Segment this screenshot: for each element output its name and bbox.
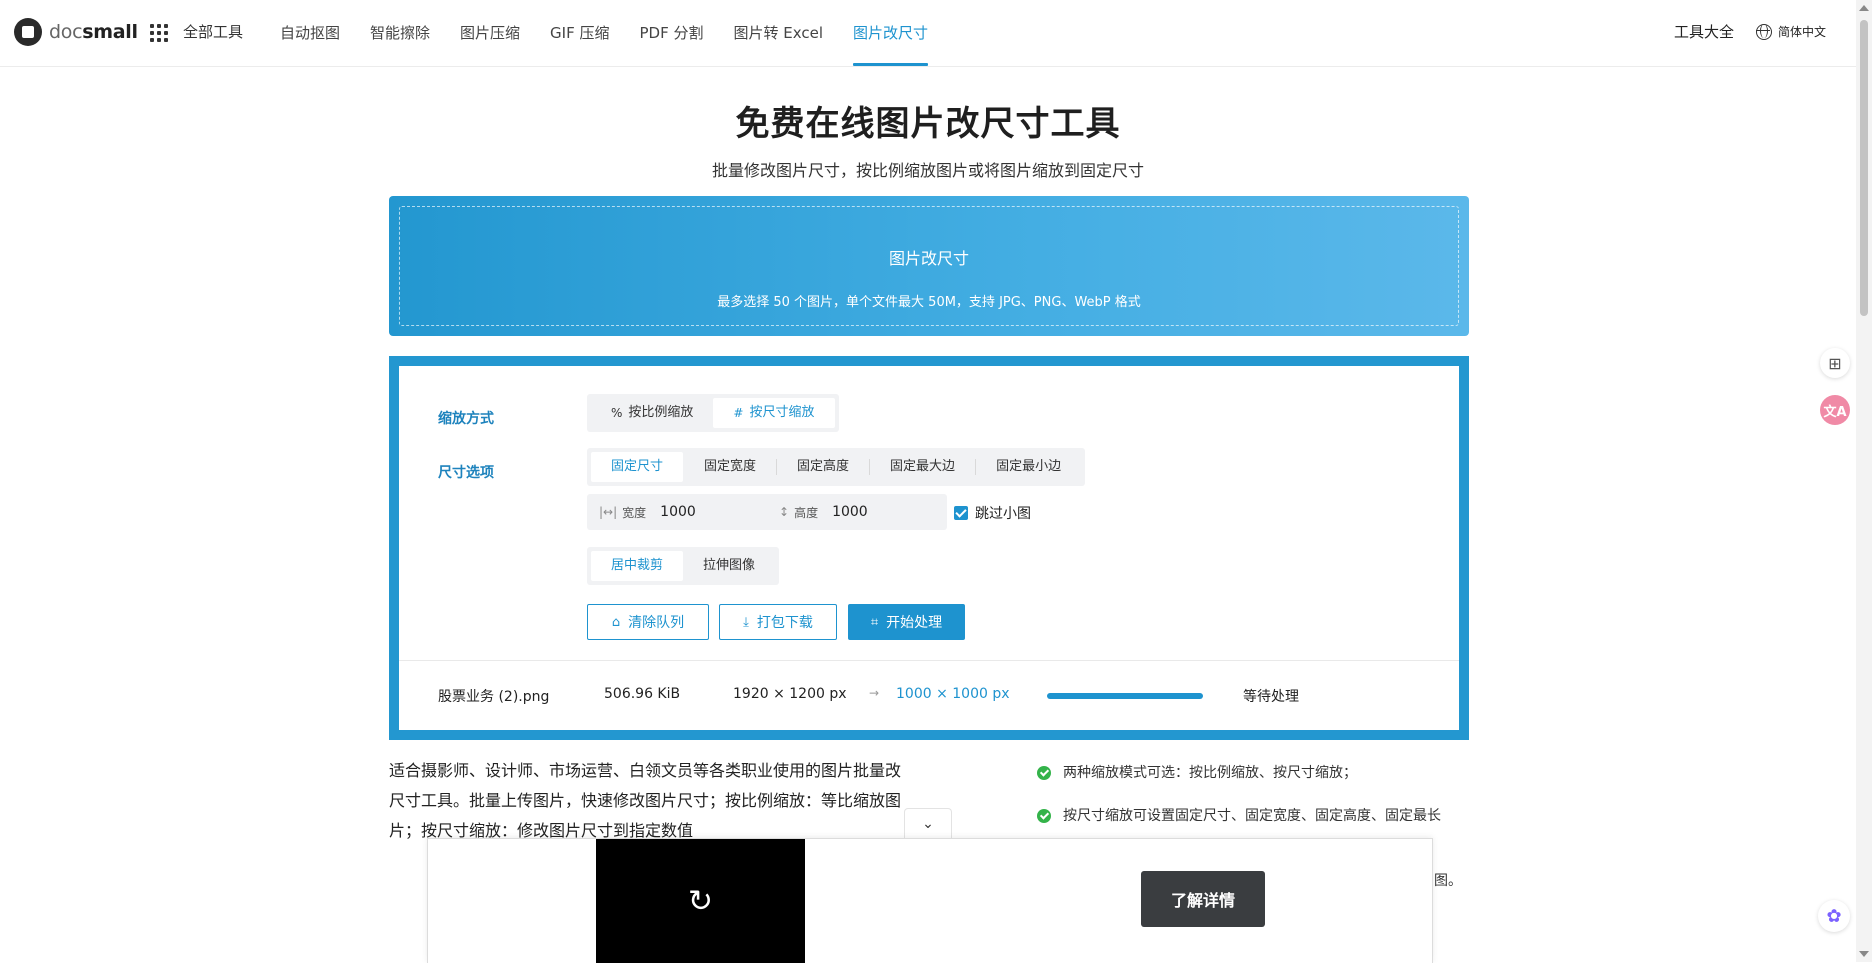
queue-filename: 股票业务 (2).png [438, 689, 550, 705]
hash-icon: # [733, 406, 744, 420]
header-right: 工具大全 简体中文 [1674, 21, 1826, 42]
scroll-up-arrow-icon[interactable] [1859, 5, 1869, 11]
side-ai-button[interactable]: ✿ [1818, 900, 1850, 932]
fit-mode-stretch[interactable]: 拉伸图像 [683, 551, 775, 581]
ad-video[interactable]: ↻ [596, 839, 805, 963]
arrow-right-icon: → [869, 686, 880, 700]
ad-learn-more-button[interactable]: 了解详情 [1141, 871, 1265, 927]
bottom-ad-banner: ↻ 了解详情 [427, 838, 1433, 963]
scroll-down-arrow-icon[interactable] [1859, 951, 1869, 957]
size-option-fixed-max-side[interactable]: 固定最大边 [870, 452, 975, 482]
process-icon: ⌗ [870, 614, 879, 630]
nav-pdf-split[interactable]: PDF 分割 [640, 0, 704, 66]
nav-auto-matting[interactable]: 自动抠图 [280, 0, 340, 66]
height-input[interactable]: 1000 [832, 504, 868, 520]
nav-image-compress[interactable]: 图片压缩 [460, 0, 520, 66]
logo-text: docsmall [49, 21, 138, 43]
side-apps-button[interactable]: ⊞ [1820, 348, 1850, 378]
globe-icon[interactable] [1755, 23, 1772, 40]
upload-title: 图片改尺寸 [888, 249, 969, 268]
panel-divider [399, 660, 1459, 661]
clear-queue-button[interactable]: ⌂ 清除队列 [587, 604, 709, 640]
main-nav: 自动抠图 智能擦除 图片压缩 GIF 压缩 PDF 分割 图片转 Excel 图… [280, 0, 958, 66]
page-scrollbar[interactable] [1856, 0, 1872, 962]
ai-brain-icon: ✿ [1826, 905, 1842, 927]
top-header: docsmall 全部工具 自动抠图 智能擦除 图片压缩 GIF 压缩 PDF … [0, 0, 1856, 67]
logo[interactable]: docsmall [14, 18, 138, 46]
skip-small-label: 跳过小图 [975, 506, 1031, 522]
queue-filesize: 506.96 KiB [604, 686, 681, 702]
queue-original-dims: 1920 × 1200 px [733, 686, 847, 702]
percent-icon: % [611, 406, 623, 420]
settings-panel: 缩放方式 % 按比例缩放 # 按尺寸缩放 尺寸选项 固定尺寸 固定宽度 固定高度… [389, 356, 1469, 740]
page-subtitle: 批量修改图片尺寸，按比例缩放图片或将图片缩放到固定尺寸 [711, 161, 1144, 180]
download-zip-button[interactable]: ⤓ 打包下载 [719, 604, 837, 640]
nav-smart-erase[interactable]: 智能擦除 [370, 0, 430, 66]
scale-mode-selector: % 按比例缩放 # 按尺寸缩放 [587, 394, 839, 432]
queue-progress-bar [1047, 693, 1203, 699]
height-field[interactable]: ↕ 高度 1000 [767, 504, 947, 521]
width-arrows-icon: |↔| [599, 505, 618, 519]
page-title: 免费在线图片改尺寸工具 [735, 104, 1121, 144]
download-icon: ⤓ [743, 614, 749, 630]
nav-image-resize[interactable]: 图片改尺寸 [853, 0, 929, 66]
feature-item: 按尺寸缩放可设置固定尺寸、固定宽度、固定高度、固定最长 [1037, 805, 1457, 827]
feature-text-fragment: 图。 [1434, 873, 1462, 889]
scale-mode-proportional[interactable]: % 按比例缩放 [591, 398, 713, 428]
broom-icon: ⌂ [611, 614, 621, 630]
scale-mode-label: 缩放方式 [438, 411, 494, 427]
upload-dropzone[interactable]: 图片改尺寸 最多选择 50 个图片，单个文件最大 50M，支持 JPG、PNG、… [389, 196, 1469, 336]
size-option-fixed-min-side[interactable]: 固定最小边 [976, 452, 1081, 482]
apps-grid-icon[interactable] [150, 24, 168, 42]
replay-icon[interactable]: ↻ [688, 884, 713, 919]
dimension-inputs: |↔| 宽度 1000 ↕ 高度 1000 [587, 494, 947, 530]
translate-icon: 文A [1823, 404, 1847, 420]
fit-mode-center-crop[interactable]: 居中裁剪 [591, 551, 684, 581]
width-input[interactable]: 1000 [660, 504, 696, 520]
width-field[interactable]: |↔| 宽度 1000 [587, 504, 767, 521]
all-tools-link[interactable]: 全部工具 [183, 21, 243, 42]
upload-dashed-border: 图片改尺寸 最多选择 50 个图片，单个文件最大 50M，支持 JPG、PNG、… [399, 206, 1459, 326]
fit-mode-selector: 居中裁剪 拉伸图像 [587, 547, 780, 585]
height-arrows-icon: ↕ [779, 505, 790, 519]
size-option-fixed-size[interactable]: 固定尺寸 [591, 452, 684, 482]
queue-target-dims: 1000 × 1000 px [896, 686, 1010, 702]
size-option-fixed-width[interactable]: 固定宽度 [684, 452, 776, 482]
queue-status: 等待处理 [1243, 689, 1299, 705]
feature-item: 两种缩放模式可选：按比例缩放、按尺寸缩放； [1037, 762, 1457, 784]
scale-mode-by-size[interactable]: # 按尺寸缩放 [713, 398, 835, 428]
width-label: 宽度 [622, 505, 647, 520]
size-option-label: 尺寸选项 [438, 465, 494, 481]
tool-directory-link[interactable]: 工具大全 [1674, 21, 1734, 42]
side-translate-button[interactable]: 文A [1820, 395, 1850, 425]
tool-description: 适合摄影师、设计师、市场运营、白领文员等各类职业使用的图片批量改尺寸工具。批量上… [389, 761, 902, 840]
check-circle-icon [1037, 809, 1051, 823]
logo-mark-icon [14, 18, 42, 46]
check-circle-icon [1037, 766, 1051, 780]
nav-gif-compress[interactable]: GIF 压缩 [550, 0, 609, 66]
language-selector[interactable]: 简体中文 [1778, 23, 1826, 40]
apps-plus-icon: ⊞ [1828, 353, 1842, 373]
skip-small-option[interactable]: 跳过小图 [954, 503, 1031, 523]
upload-hint: 最多选择 50 个图片，单个文件最大 50M，支持 JPG、PNG、WebP 格… [717, 295, 1141, 310]
chevron-down-icon: ⌄ [922, 816, 934, 832]
start-processing-button[interactable]: ⌗ 开始处理 [848, 604, 965, 640]
ad-collapse-button[interactable]: ⌄ [904, 808, 952, 839]
height-label: 高度 [794, 505, 819, 520]
skip-small-checkbox[interactable] [954, 506, 968, 520]
scroll-thumb[interactable] [1860, 20, 1868, 316]
nav-image-to-excel[interactable]: 图片转 Excel [734, 0, 824, 66]
size-option-selector: 固定尺寸 固定宽度 固定高度 固定最大边 固定最小边 [587, 448, 1086, 486]
size-option-fixed-height[interactable]: 固定高度 [777, 452, 869, 482]
